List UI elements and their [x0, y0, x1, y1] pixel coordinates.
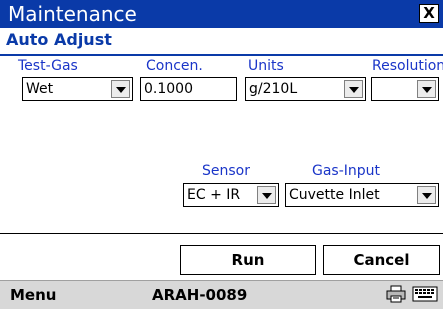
- chevron-down-icon[interactable]: [257, 186, 276, 204]
- close-icon: X: [423, 4, 435, 22]
- resolution-select[interactable]: [371, 77, 439, 101]
- units-select[interactable]: g/210L: [245, 77, 366, 101]
- cancel-button[interactable]: Cancel: [323, 245, 440, 275]
- button-area-divider: [0, 233, 443, 234]
- menu-button[interactable]: Menu: [10, 286, 56, 304]
- window-title: Maintenance: [8, 2, 137, 26]
- keyboard-icon[interactable]: [412, 285, 438, 303]
- concentration-value: 0.1000: [144, 81, 193, 97]
- gas-input-label: Gas-Input: [312, 163, 381, 179]
- chevron-down-icon[interactable]: [417, 186, 436, 204]
- menu-bar: Menu ARAH-0089: [0, 280, 443, 309]
- sensor-label: Sensor: [202, 163, 250, 179]
- sensor-value: EC + IR: [187, 187, 241, 203]
- units-value: g/210L: [249, 81, 298, 97]
- concentration-input[interactable]: 0.1000: [140, 77, 237, 101]
- test-gas-select[interactable]: Wet: [22, 77, 133, 101]
- chevron-down-icon[interactable]: [417, 80, 436, 98]
- close-button[interactable]: X: [419, 4, 439, 23]
- sensor-select[interactable]: EC + IR: [183, 183, 279, 207]
- printer-icon[interactable]: [386, 285, 406, 303]
- device-id: ARAH-0089: [152, 286, 248, 304]
- resolution-label: Resolution: [372, 58, 443, 74]
- section-title: Auto Adjust: [6, 30, 112, 49]
- units-label: Units: [248, 58, 284, 74]
- header-divider: [0, 54, 443, 56]
- title-bar: Maintenance X: [0, 0, 443, 28]
- gas-input-value: Cuvette Inlet: [289, 187, 380, 203]
- test-gas-value: Wet: [26, 81, 54, 97]
- concentration-label: Concen.: [146, 58, 203, 74]
- run-button[interactable]: Run: [180, 245, 316, 275]
- chevron-down-icon[interactable]: [344, 80, 363, 98]
- chevron-down-icon[interactable]: [111, 80, 130, 98]
- test-gas-label: Test-Gas: [18, 58, 78, 74]
- gas-input-select[interactable]: Cuvette Inlet: [285, 183, 439, 207]
